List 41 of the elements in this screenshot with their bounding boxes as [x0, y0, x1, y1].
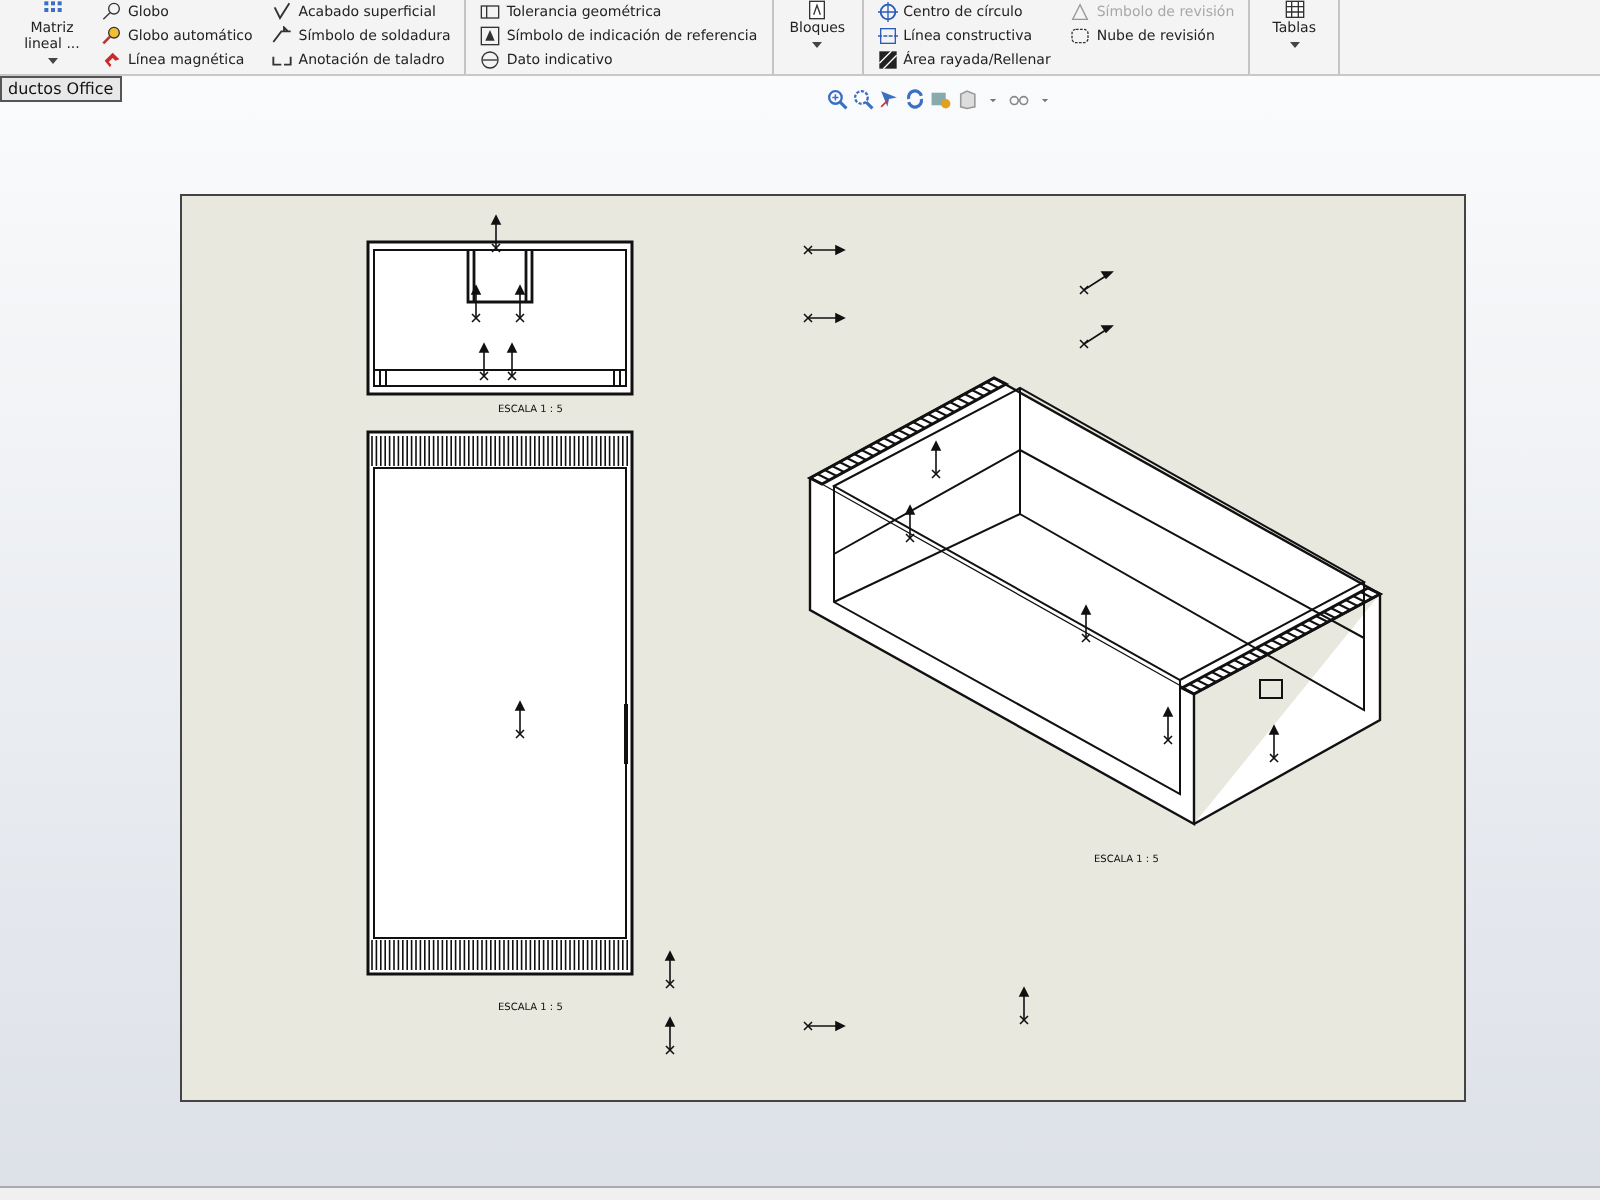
display-icon[interactable]: [929, 87, 951, 109]
arrow-icon: [514, 701, 525, 739]
pointer-icon[interactable]: [877, 87, 899, 109]
arrow-icon: [470, 285, 481, 323]
frame-icon: [480, 2, 501, 22]
arrow-icon: [664, 951, 675, 989]
arrow-icon: [930, 441, 941, 479]
balloon-icon: [102, 26, 122, 46]
weld-symbol-icon: [272, 26, 293, 46]
arrow-icon: [803, 1020, 845, 1031]
caret-icon: [812, 42, 823, 48]
arrow-icon: [1162, 707, 1173, 745]
crosshair-icon: [877, 2, 898, 22]
arrow-icon: [803, 244, 845, 255]
arrow-icon: [478, 343, 489, 381]
cloud-icon: [1070, 26, 1091, 46]
hatch-icon: [877, 50, 898, 70]
arrow-icon: [1268, 725, 1279, 763]
arrow-icon: [514, 285, 525, 323]
zoom-icon[interactable]: [825, 87, 847, 109]
cube-icon[interactable]: [955, 87, 977, 109]
arrow-icon: [490, 215, 501, 253]
rotate-icon[interactable]: [903, 87, 925, 109]
arrow-icon: [664, 1017, 675, 1055]
arrow-icon: [904, 505, 915, 543]
square-icon: [877, 26, 898, 46]
arrow-icon: [1018, 987, 1029, 1025]
arrow-icon: [1080, 605, 1091, 643]
arrow-icon: [803, 312, 845, 323]
arrow-icon: [1079, 271, 1113, 295]
circle-icon: [480, 50, 501, 70]
triangle-box-icon: [480, 26, 501, 46]
caret-icon: [1289, 42, 1300, 48]
triangle-icon: [1070, 2, 1091, 22]
arrow-icon: [1079, 325, 1113, 349]
arrow-icon: [506, 343, 517, 381]
balloon-icon: [102, 2, 122, 22]
zoom-icon[interactable]: [851, 87, 873, 109]
check-mark-icon: [272, 2, 293, 22]
caret-icon: [47, 58, 57, 64]
tooltip: ductos Office: [0, 76, 122, 102]
